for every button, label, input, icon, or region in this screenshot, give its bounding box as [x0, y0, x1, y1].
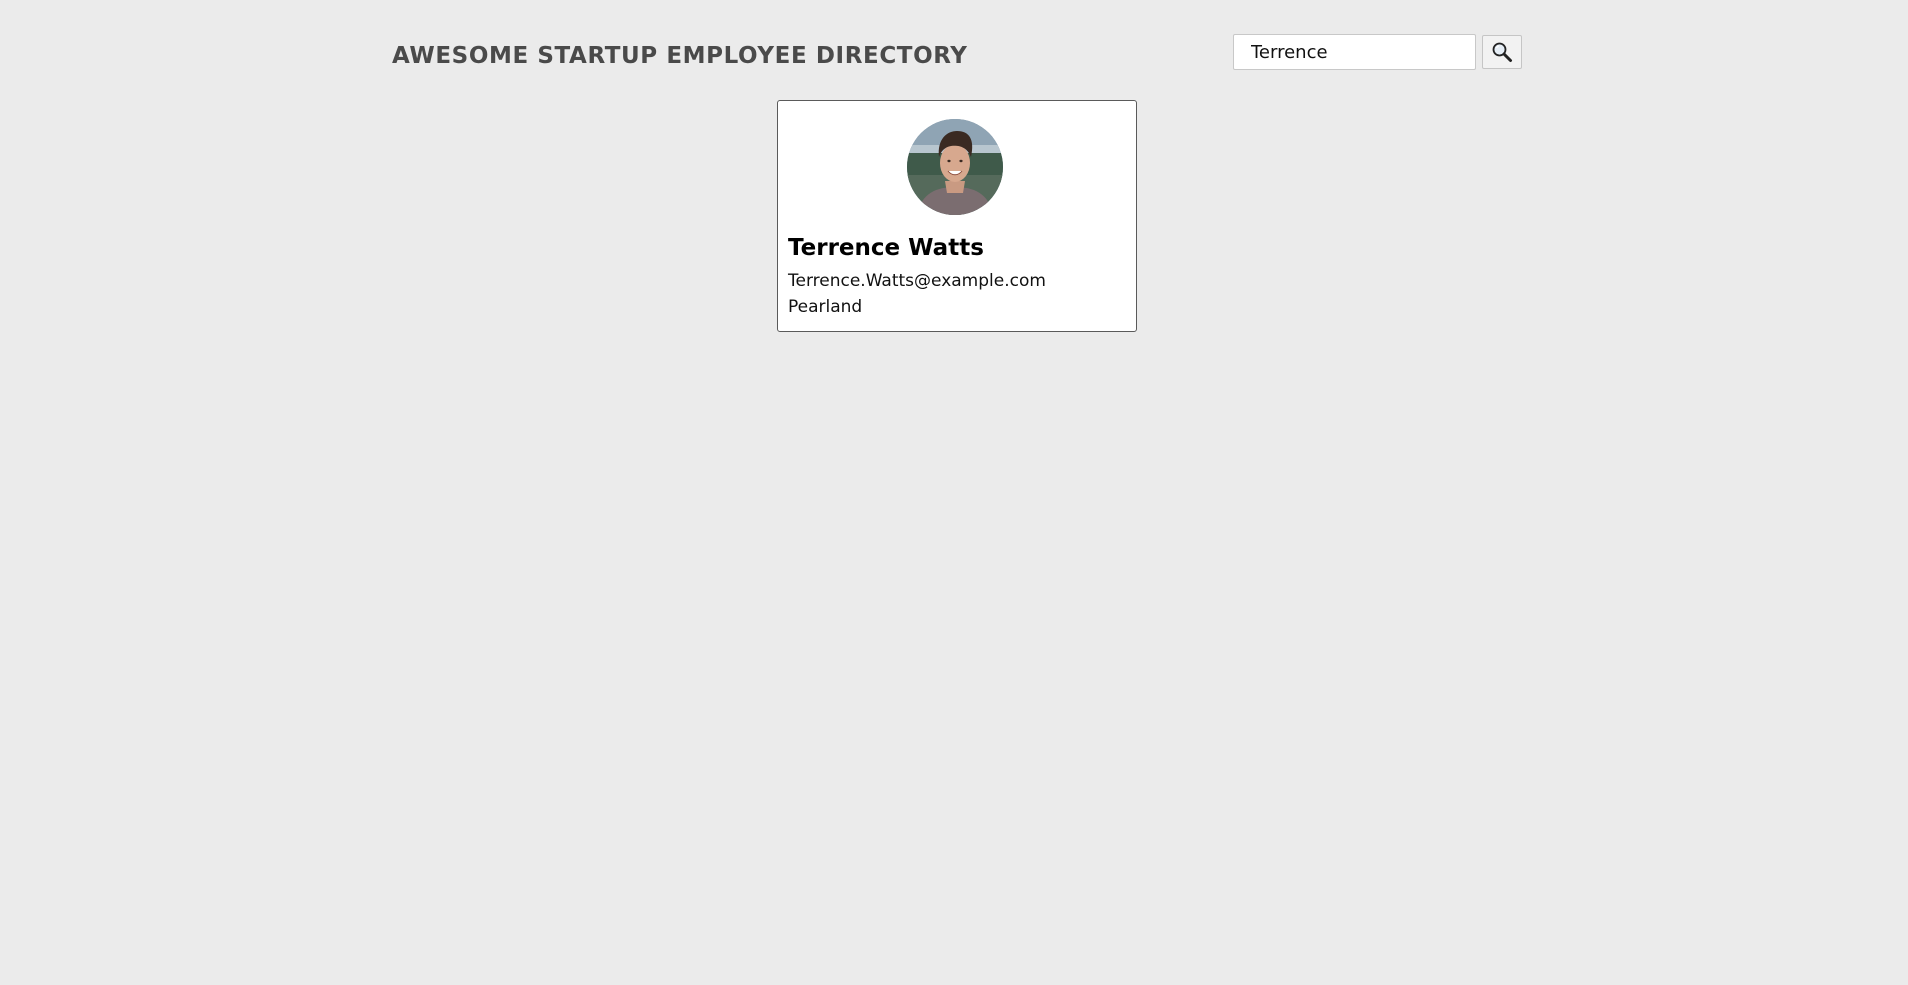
page-header: AWESOME STARTUP EMPLOYEE DIRECTORY	[392, 32, 1522, 82]
employee-name: Terrence Watts	[788, 235, 984, 261]
search-icon	[1492, 42, 1512, 62]
employee-card[interactable]: Terrence Watts Terrence.Watts@example.co…	[777, 100, 1137, 332]
search-form	[1233, 34, 1522, 70]
search-button[interactable]	[1482, 35, 1522, 69]
avatar-photo	[907, 119, 1003, 215]
page-title: AWESOME STARTUP EMPLOYEE DIRECTORY	[392, 43, 968, 69]
avatar	[907, 119, 1003, 215]
search-input[interactable]	[1233, 34, 1476, 70]
employee-city: Pearland	[788, 297, 863, 317]
employee-email: Terrence.Watts@example.com	[788, 271, 1046, 291]
